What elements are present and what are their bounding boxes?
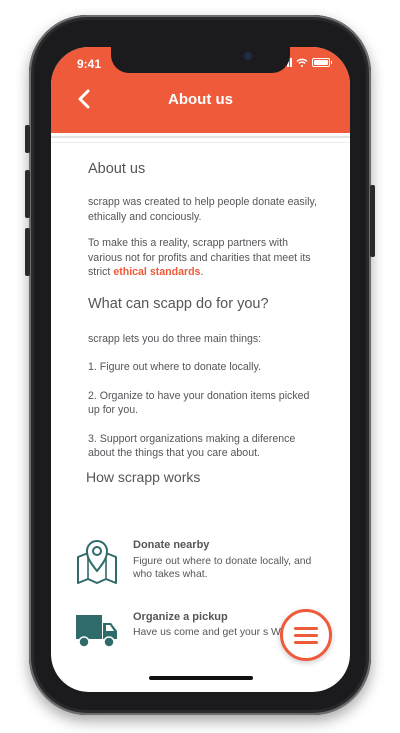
about-content: About us scrapp was created to help peop… bbox=[86, 147, 324, 485]
about-heading: About us bbox=[88, 161, 146, 177]
feature-title: Organize a pickup bbox=[133, 611, 228, 623]
phone-screen: 9:41 About us About us scrapp was create… bbox=[51, 47, 350, 692]
wifi-icon bbox=[296, 58, 308, 67]
what-intro: scrapp lets you do three main things: bbox=[88, 332, 262, 345]
phone-side-button-right bbox=[370, 185, 375, 257]
header-divider-secondary bbox=[51, 142, 350, 143]
about-paragraph-2: To make this a reality, scrapp partners … bbox=[88, 236, 324, 280]
status-time: 9:41 bbox=[77, 57, 102, 71]
camera-icon bbox=[244, 52, 252, 60]
header-divider bbox=[51, 136, 350, 138]
what-item-3: 3. Support organizations making a difere… bbox=[88, 432, 296, 460]
what-item-2: 2. Organize to have your donation items … bbox=[88, 389, 310, 417]
how-heading: How scrapp works bbox=[86, 468, 201, 485]
hamburger-menu-icon-line bbox=[294, 626, 318, 630]
ethical-standards-link[interactable]: ethical standards bbox=[113, 266, 200, 278]
feature-donate-nearby: Donate nearby Figure out where to donate… bbox=[75, 539, 325, 589]
home-indicator[interactable] bbox=[149, 676, 253, 680]
phone-side-button-left-1 bbox=[25, 125, 30, 153]
what-heading: What can scapp do for you? bbox=[88, 295, 269, 312]
about-paragraph-2-end: . bbox=[200, 266, 204, 278]
phone-notch bbox=[111, 47, 290, 73]
battery-icon bbox=[312, 58, 332, 67]
hamburger-menu-icon-line bbox=[294, 633, 318, 637]
phone-side-button-left-2 bbox=[25, 170, 30, 218]
page-title: About us bbox=[168, 91, 233, 108]
feature-description: Have us come and get your s We'll make s… bbox=[133, 627, 303, 638]
hamburger-menu-icon-line bbox=[294, 640, 318, 644]
what-item-1: 1. Figure out where to donate locally. bbox=[88, 361, 261, 373]
about-paragraph-1: scrapp was created to help people donate… bbox=[88, 196, 317, 223]
feature-description: Figure out where to donate locally, and … bbox=[133, 556, 312, 580]
truck-icon bbox=[76, 615, 117, 648]
feature-title: Donate nearby bbox=[133, 539, 210, 551]
phone-side-button-left-3 bbox=[25, 228, 30, 276]
map-pin-icon bbox=[77, 540, 117, 584]
menu-button[interactable] bbox=[280, 609, 332, 661]
